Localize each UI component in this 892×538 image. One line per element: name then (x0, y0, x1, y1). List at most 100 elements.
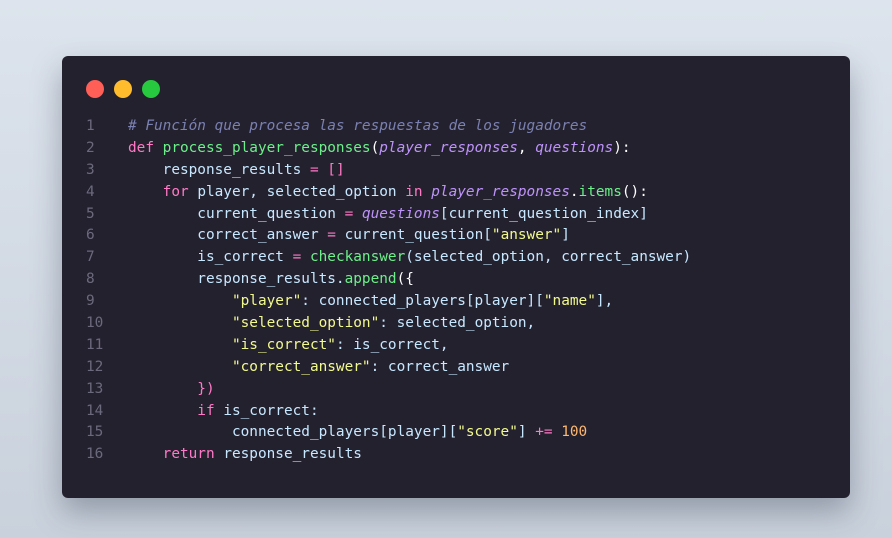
code-text: "player": connected_players[player]["nam… (128, 291, 613, 313)
code-token: current_question (128, 205, 345, 222)
code-line: 6 correct_answer = current_question["ans… (84, 225, 840, 247)
line-number: 5 (86, 205, 95, 222)
code-token: player_responses (379, 139, 518, 156)
code-token: append (344, 271, 397, 288)
code-line: 4 for player, selected_option in player_… (84, 182, 840, 204)
code-token: : is_correct, (335, 336, 449, 353)
code-token: # Función que procesa las respuestas de … (128, 118, 588, 134)
code-token: = (292, 249, 310, 266)
code-text: response_results = [] (128, 160, 345, 182)
code-token: ({ (396, 271, 414, 288)
code-text: connected_players[player]["score"] += 10… (128, 422, 587, 444)
line-number: 14 (86, 402, 104, 419)
code-text: }) (128, 379, 215, 401)
code-token: is_correct (128, 249, 293, 266)
code-text: is_correct = checkanswer(selected_option… (128, 247, 691, 269)
code-token: in (405, 183, 432, 200)
line-number: 16 (86, 446, 104, 463)
code-text: response_results.append({ (128, 269, 414, 291)
line-number: 7 (86, 249, 95, 266)
code-line: 5 current_question = questions[current_q… (84, 204, 840, 226)
code-token: if (128, 402, 224, 419)
code-line: 3 response_results = [] (84, 160, 840, 182)
code-token: 100 (561, 424, 588, 441)
code-line: 10 "selected_option": selected_option, (84, 313, 840, 335)
line-number: 11 (86, 336, 104, 353)
code-text: current_question = questions[current_que… (128, 204, 648, 226)
code-line: 13 }) (84, 379, 840, 401)
code-token: current_question[ (344, 227, 492, 244)
close-button[interactable] (86, 80, 104, 98)
line-number: 13 (86, 380, 104, 397)
code-text: "correct_answer": correct_answer (128, 357, 509, 379)
line-number: 9 (86, 293, 95, 310)
code-token: += (535, 424, 562, 441)
code-block: 1 # Función que procesa las respuestas de… (84, 116, 840, 466)
code-token: response_results. (128, 271, 345, 288)
code-token: "selected_option" (231, 315, 380, 332)
line-number: 10 (86, 315, 104, 332)
code-line: 2 def process_player_responses(player_res… (84, 138, 840, 160)
code-token: "player" (231, 293, 302, 310)
code-line: 1 # Función que procesa las respuestas de… (84, 116, 840, 138)
code-token: correct_answer (128, 227, 328, 244)
line-number: 6 (86, 227, 95, 244)
line-number: 1 (86, 118, 95, 134)
code-token: [] (327, 161, 345, 178)
code-token: [current_question_index] (439, 205, 648, 222)
code-window: 1 # Función que procesa las respuestas de… (62, 56, 850, 498)
code-token: : correct_answer (370, 358, 510, 375)
code-line: 9 "player": connected_players[player]["n… (84, 291, 840, 313)
code-text: "selected_option": selected_option, (128, 313, 535, 335)
code-token: "score" (457, 424, 518, 441)
code-token: . (569, 183, 579, 200)
code-line: 11 "is_correct": is_correct, (84, 335, 840, 357)
line-number: 3 (86, 161, 95, 178)
code-token: "is_correct" (231, 336, 336, 353)
code-text: "is_correct": is_correct, (128, 335, 449, 357)
code-token: player_responses (431, 183, 570, 200)
line-number: 15 (86, 424, 104, 441)
code-token: "correct_answer" (231, 358, 371, 375)
code-token: (selected_option, correct_answer) (405, 249, 692, 266)
code-line: 16 return response_results (84, 444, 840, 466)
code-token: connected_players[player][ (128, 424, 458, 441)
code-line: 8 response_results.append({ (84, 269, 840, 291)
code-text: if is_correct: (128, 401, 319, 423)
code-token: }) (128, 380, 215, 397)
minimize-button[interactable] (114, 80, 132, 98)
line-number: 2 (86, 139, 95, 156)
code-token: = (309, 161, 328, 178)
code-token: : connected_players[player][ (301, 293, 544, 310)
code-token: , (517, 139, 536, 156)
code-text: correct_answer = current_question["answe… (128, 225, 570, 247)
code-token: checkanswer (309, 249, 406, 266)
code-token: response_results (223, 446, 362, 463)
code-text: for player, selected_option in player_re… (128, 182, 648, 204)
line-number: 12 (86, 358, 104, 375)
code-token: (): (621, 183, 648, 200)
code-text: # Función que procesa las respuestas de … (128, 116, 587, 138)
code-token: questions (535, 139, 614, 156)
maximize-button[interactable] (142, 80, 160, 98)
code-token: player, selected_option (197, 183, 406, 200)
window-controls (86, 80, 160, 100)
code-token: is_correct: (223, 402, 319, 419)
code-text: def process_player_responses(player_resp… (128, 138, 631, 160)
code-line: 15 connected_players[player]["score"] +=… (84, 422, 840, 444)
code-text: return response_results (128, 444, 362, 466)
code-line: 14 if is_correct: (84, 401, 840, 423)
code-token: = (327, 227, 345, 244)
code-token: for (128, 183, 198, 200)
line-number: 8 (86, 271, 95, 288)
code-token: questions (361, 205, 440, 222)
code-token: = (344, 205, 362, 222)
code-token: "name" (543, 293, 596, 310)
line-number: 4 (86, 183, 95, 200)
code-token: process_player_responses (162, 139, 371, 156)
code-token: response_results (128, 161, 310, 178)
